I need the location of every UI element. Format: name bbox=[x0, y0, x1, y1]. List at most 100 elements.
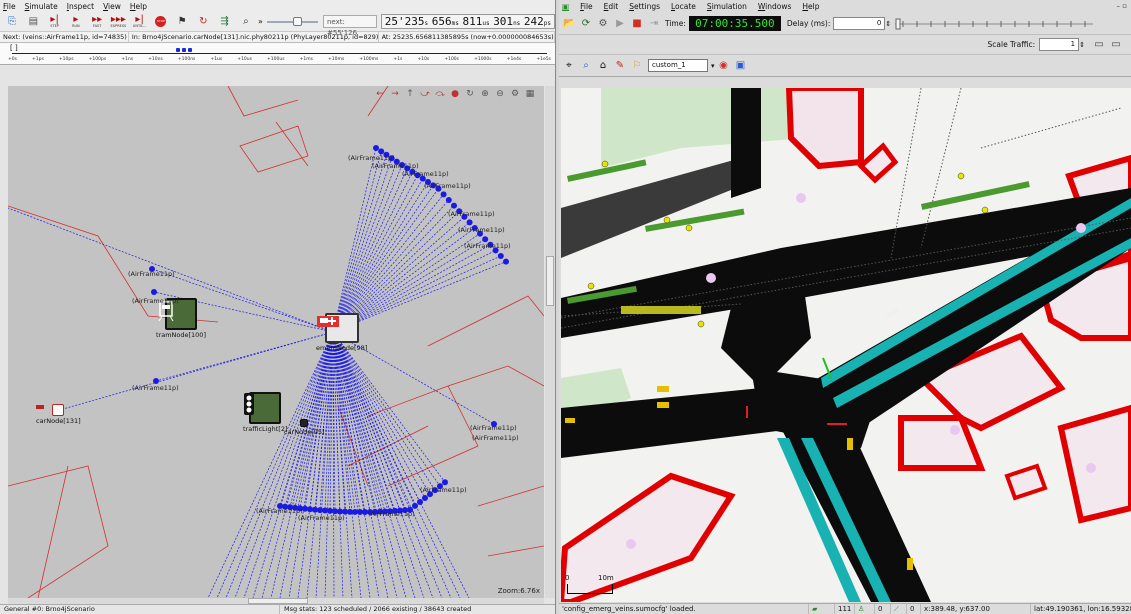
car-icon bbox=[300, 419, 309, 427]
palette-icon[interactable]: ◉ bbox=[718, 60, 730, 71]
airframe-label: (AirFrame11p) bbox=[256, 507, 303, 515]
status-message: 'config_emerg_veins.sumocfg' loaded. bbox=[559, 604, 809, 614]
sumo-map-view[interactable]: 0 10m bbox=[561, 88, 1131, 602]
sumo-toolbar: 📂 ⟳ ⚙ ▶ ■ ⇥ Time: 07:00:35.500 Delay (ms… bbox=[559, 13, 1131, 35]
menu-file[interactable]: File bbox=[3, 2, 16, 11]
message-stats: Msg stats: 123 scheduled / 2066 existing… bbox=[284, 605, 472, 613]
timeline-tick: +1ps bbox=[32, 57, 44, 62]
scale-input[interactable]: 1 bbox=[1039, 38, 1080, 51]
vertical-scrollbar[interactable] bbox=[545, 86, 555, 598]
airframe-label: (AirFrame11p) bbox=[470, 424, 517, 432]
chevron-down-icon[interactable]: ▾ bbox=[711, 62, 715, 70]
car-node-95[interactable]: carNode[95] bbox=[284, 419, 325, 436]
emergency-node[interactable]: emergNode[98] bbox=[316, 313, 367, 352]
delay-slider[interactable] bbox=[895, 18, 1095, 30]
back-icon[interactable]: ← bbox=[374, 89, 386, 99]
record-icon: ⇶ bbox=[220, 16, 229, 27]
rebuild-button[interactable]: ↻ bbox=[194, 14, 212, 30]
stop-layout-icon[interactable]: ● bbox=[449, 89, 461, 99]
stop-icon[interactable]: ■ bbox=[631, 18, 643, 29]
run-button[interactable]: ▸ RUN bbox=[67, 14, 85, 30]
menu-settings[interactable]: Settings bbox=[629, 2, 660, 11]
relayout-icon[interactable]: ⤼ bbox=[434, 89, 446, 99]
airframe-label: (AirFrame11p) bbox=[372, 162, 419, 170]
menu-help[interactable]: Help bbox=[802, 2, 819, 11]
finish-button[interactable]: ⚑ bbox=[173, 14, 191, 30]
menu-simulate[interactable]: Simulate bbox=[25, 2, 58, 11]
load-network-icon: ⎘ bbox=[8, 16, 17, 27]
zoom-level: Zoom:6.76x bbox=[497, 587, 540, 595]
flag-icon[interactable]: ⚐ bbox=[631, 60, 643, 71]
fast-button[interactable]: ▸▸ FAST bbox=[88, 14, 106, 30]
load-config-button[interactable]: ▤ bbox=[24, 14, 42, 30]
timeline-tick: +1e5s bbox=[536, 57, 551, 62]
find-button[interactable]: ⌕ bbox=[237, 14, 255, 30]
open-button[interactable]: ⎘ bbox=[3, 14, 21, 30]
edit-icon[interactable]: ✎ bbox=[614, 60, 626, 71]
run-icon: ▸ bbox=[73, 14, 79, 25]
traffic-light-node[interactable]: trafficLight[2] bbox=[243, 392, 288, 433]
flag-icon: ⚑ bbox=[177, 16, 187, 27]
until-button[interactable]: ▸| UNTIL... bbox=[131, 14, 149, 30]
window-controls-icon[interactable]: – ▫ bbox=[1117, 2, 1127, 10]
parent-icon[interactable]: ↑ bbox=[404, 89, 416, 99]
record-button[interactable]: ⇶ bbox=[216, 14, 234, 30]
network-status: General #0: Brno4jScenario bbox=[0, 605, 280, 614]
scale-label: Scale Traffic: bbox=[987, 40, 1036, 49]
express-button[interactable]: ▸▸▸ EXPRESS bbox=[109, 14, 127, 30]
speed-slider-handle[interactable] bbox=[292, 16, 302, 26]
car-node[interactable]: carNode[131] bbox=[36, 404, 81, 425]
settings-icon[interactable]: ⚙ bbox=[509, 89, 521, 99]
step-icon: ▸| bbox=[50, 14, 59, 25]
menu-edit[interactable]: Edit bbox=[604, 2, 619, 11]
forward-icon[interactable]: → bbox=[389, 89, 401, 99]
menu-icon[interactable]: ▦ bbox=[524, 89, 536, 99]
qtenv-toolbar: ⎘ ▤ ▸| STEP ▸ RUN ▸▸ FAST ▸▸▸ EXPRESS ▸| UNTI… bbox=[0, 12, 555, 37]
tile-icon[interactable]: ▭ bbox=[1110, 39, 1122, 50]
menu-view[interactable]: View bbox=[103, 2, 121, 11]
step-icon[interactable]: ⇥ bbox=[648, 18, 660, 29]
stop-button[interactable]: STOP bbox=[152, 14, 170, 30]
spinner-icon[interactable]: ⇕ bbox=[1079, 41, 1085, 49]
menu-inspect[interactable]: Inspect bbox=[67, 2, 94, 11]
traffic-light-icon bbox=[244, 392, 282, 424]
traffic-light-label: trafficLight[2] bbox=[243, 425, 288, 433]
gear-icon[interactable]: ⚙ bbox=[597, 18, 609, 29]
screenshot-icon[interactable]: ▣ bbox=[735, 60, 747, 71]
network-canvas[interactable]: ← → ↑ ⤻ ⤼ ● ↻ ⊕ ⊖ ⚙ ▦ emergNode[98] tram… bbox=[8, 86, 544, 598]
tile-icon[interactable]: ▭ bbox=[1093, 39, 1105, 50]
timeline-events[interactable] bbox=[176, 48, 198, 52]
speed-slider[interactable] bbox=[266, 16, 318, 26]
sumo-status-bar: 'config_emerg_veins.sumocfg' loaded. ▰ 1… bbox=[559, 603, 1131, 614]
open-folder-icon[interactable]: 📂 bbox=[563, 18, 575, 29]
zoom-out-icon[interactable]: ⊖ bbox=[494, 89, 506, 99]
reload-icon[interactable]: ⟳ bbox=[580, 18, 592, 29]
spinner-icon[interactable]: ⇕ bbox=[885, 20, 891, 28]
search-icon[interactable]: ⌕ bbox=[580, 60, 592, 71]
step-button[interactable]: ▸| STEP bbox=[46, 14, 64, 30]
layout-icon[interactable]: ⤻ bbox=[419, 89, 431, 99]
airframe-label: (AirFrame11p) bbox=[128, 270, 175, 278]
timeline-tick: +100ps bbox=[88, 57, 107, 62]
vertical-scroll-thumb[interactable] bbox=[546, 256, 554, 306]
locate-icon[interactable]: ⌂ bbox=[597, 60, 609, 71]
menu-file[interactable]: File bbox=[580, 2, 593, 11]
color-scheme-select[interactable]: custom_1 bbox=[648, 59, 708, 72]
menu-windows[interactable]: Windows bbox=[758, 2, 792, 11]
car-node-label: carNode[131] bbox=[36, 417, 81, 425]
sim-clock: 07:00:35.500 bbox=[688, 16, 781, 31]
zoom-in-icon[interactable]: ⊕ bbox=[479, 89, 491, 99]
menu-simulation[interactable]: Simulation bbox=[707, 2, 747, 11]
recenter-icon[interactable]: ⌖ bbox=[563, 60, 575, 71]
delay-input[interactable]: 0 bbox=[833, 17, 886, 30]
scale-start: 0 bbox=[565, 574, 570, 582]
event-module-info: In: Brno4jScenario.carNode[131].nic.phy8… bbox=[129, 32, 379, 42]
refresh-icon[interactable]: ↻ bbox=[464, 89, 476, 99]
menu-help[interactable]: Help bbox=[130, 2, 147, 11]
run-icon[interactable]: ▶ bbox=[614, 18, 626, 29]
menu-locate[interactable]: Locate bbox=[671, 2, 696, 11]
cursor-coordinates: x:389.48, y:637.00 bbox=[921, 604, 1031, 614]
timeline[interactable]: [ ] +0s +1ps +10ps +100ps +1ns +10ns +100ns +1u… bbox=[0, 43, 555, 65]
more-chevron-icon[interactable]: » bbox=[258, 17, 263, 26]
timeline-tick: +10ns bbox=[148, 57, 163, 62]
